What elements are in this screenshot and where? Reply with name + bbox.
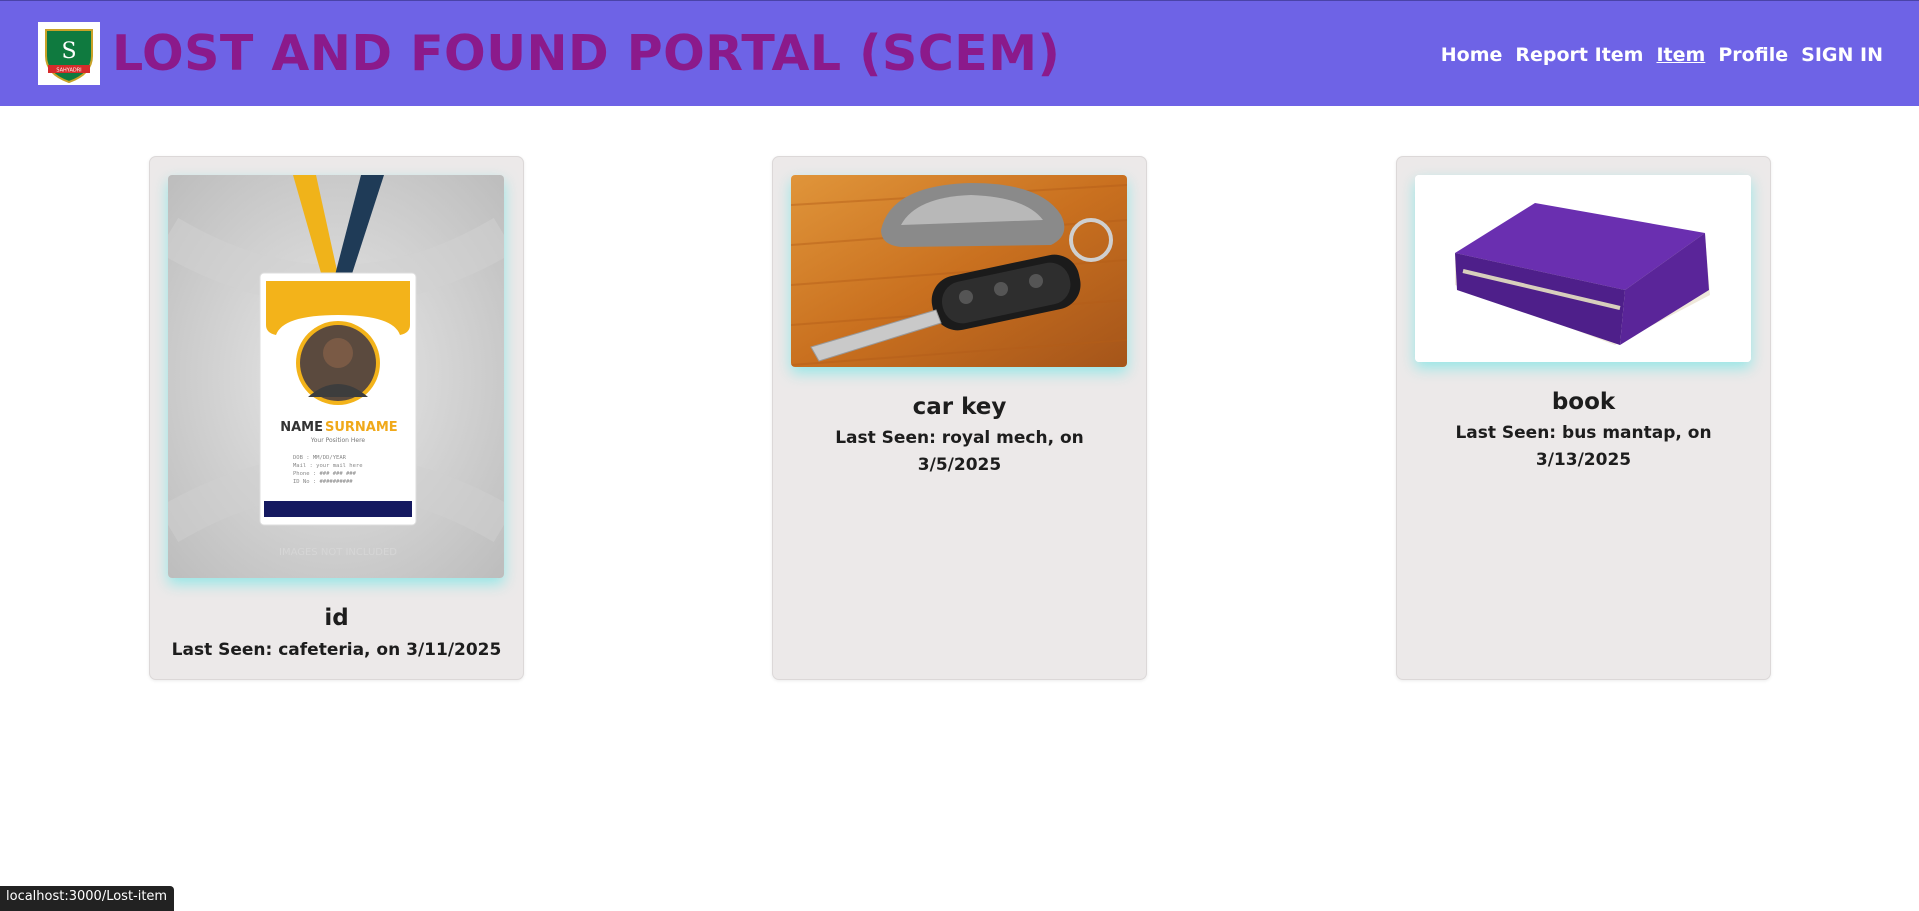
item-last-seen: Last Seen: royal mech, on 3/5/2025: [835, 428, 1084, 475]
main-nav: Home Report Item Item Profile SIGN IN: [1441, 44, 1883, 66]
nav-item[interactable]: Item: [1656, 44, 1705, 66]
nav-profile[interactable]: Profile: [1718, 44, 1788, 66]
item-card-book[interactable]: book Last Seen: bus mantap, on 3/13/2025: [1396, 156, 1771, 680]
item-title: book: [1551, 389, 1616, 415]
status-bar-url: localhost:3000/Lost-item: [0, 886, 175, 911]
svg-text:Your Position Here: Your Position Here: [310, 437, 366, 444]
svg-text:DOB : MM/DD/YEAR: DOB : MM/DD/YEAR: [293, 455, 347, 461]
svg-text:NAME: NAME: [280, 420, 323, 435]
college-logo[interactable]: S SAHYADRI: [38, 22, 100, 85]
svg-text:Phone : ### ### ###: Phone : ### ### ###: [293, 471, 357, 477]
item-card-id[interactable]: NAME SURNAME Your Position Here DOB : MM…: [149, 156, 524, 680]
item-title: id: [324, 605, 349, 631]
item-title: car key: [912, 394, 1007, 420]
top-navbar: S SAHYADRI LOST AND FOUND PORTAL (SCEM) …: [0, 0, 1919, 106]
nav-sign-in[interactable]: SIGN IN: [1801, 44, 1883, 66]
svg-text:ID No : ##########: ID No : ##########: [293, 479, 353, 485]
svg-text:Mail : your mail here: Mail : your mail here: [293, 463, 363, 469]
svg-text:IMAGES NOT INCLUDED: IMAGES NOT INCLUDED: [279, 547, 397, 558]
nav-report-item[interactable]: Report Item: [1515, 44, 1643, 66]
site-title: LOST AND FOUND PORTAL (SCEM): [112, 25, 1061, 82]
svg-text:SURNAME: SURNAME: [325, 420, 398, 435]
svg-text:S: S: [61, 39, 76, 64]
item-last-seen: Last Seen: bus mantap, on 3/13/2025: [1455, 423, 1712, 470]
item-image-book: [1415, 175, 1751, 362]
nav-home[interactable]: Home: [1441, 44, 1503, 66]
item-card-car-key[interactable]: car key Last Seen: royal mech, on 3/5/20…: [772, 156, 1147, 680]
item-last-seen: Last Seen: cafeteria, on 3/11/2025: [171, 640, 502, 660]
item-image-car-key: [791, 175, 1127, 367]
svg-text:SAHYADRI: SAHYADRI: [56, 68, 81, 74]
item-image-id: NAME SURNAME Your Position Here DOB : MM…: [168, 175, 504, 578]
